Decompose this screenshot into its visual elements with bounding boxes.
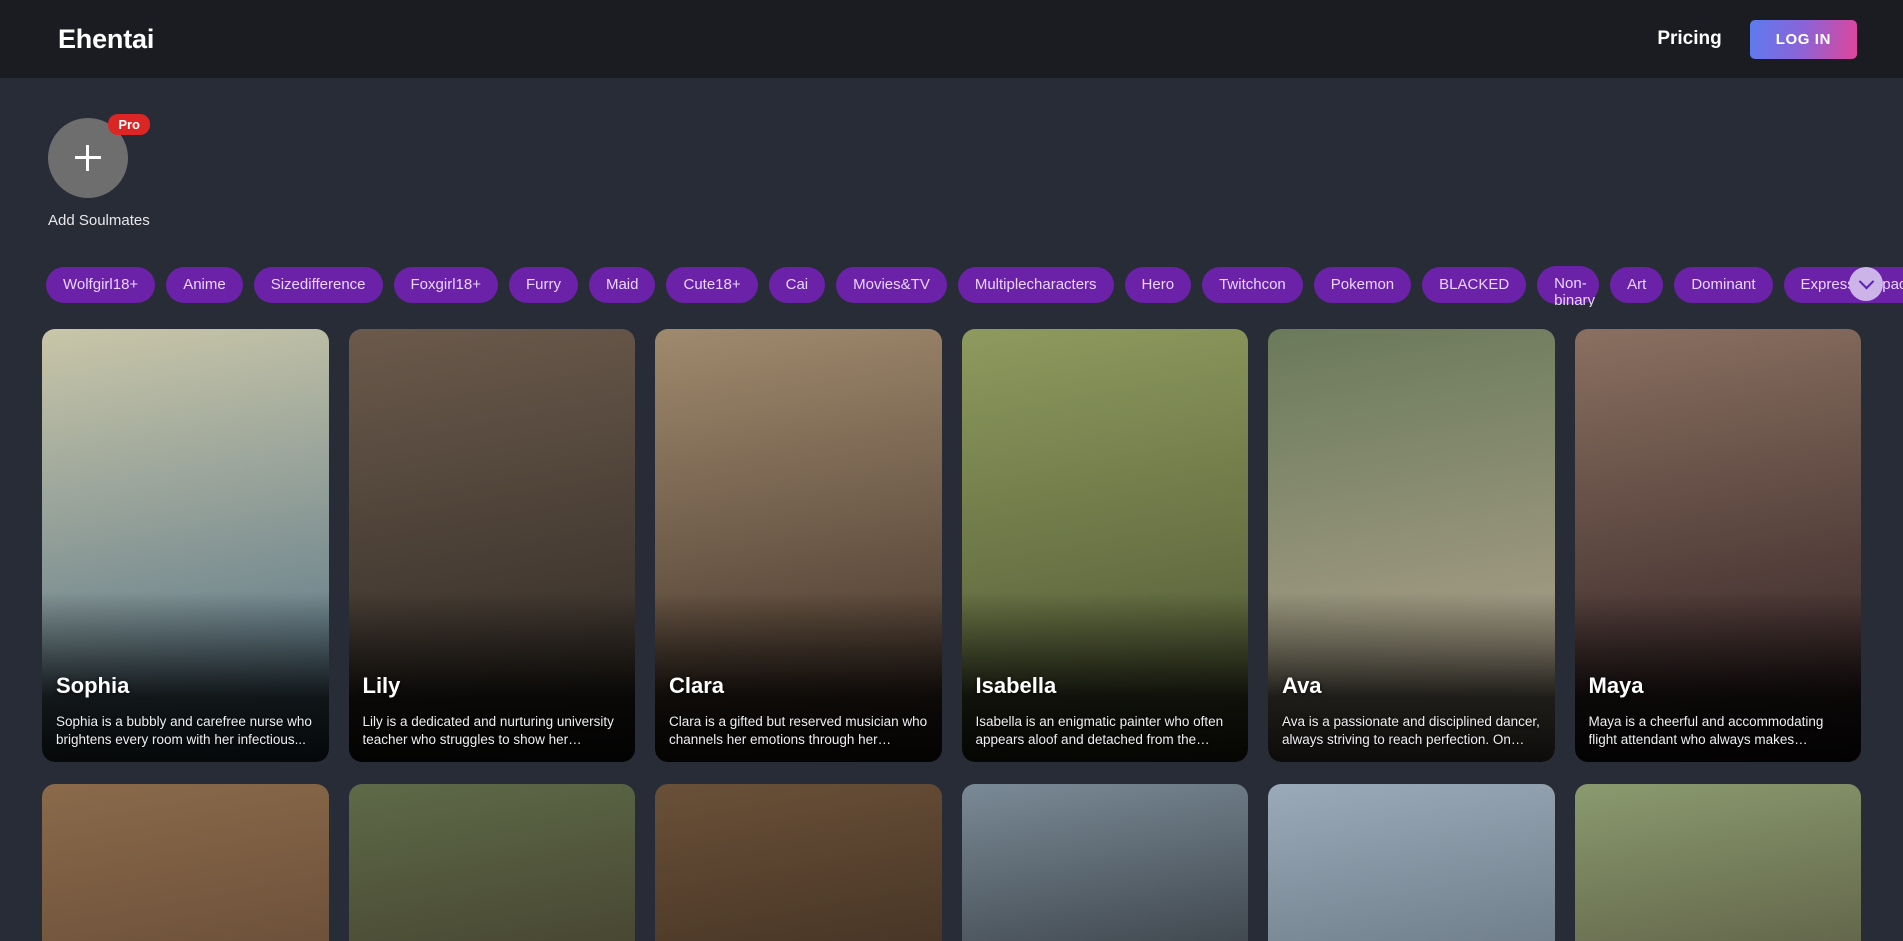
soulmate-grid-row-2 [0,762,1903,941]
tag-pill[interactable]: Furry [508,267,578,303]
tag-pill[interactable]: Cute18+ [666,267,758,303]
soulmate-name: Ava [1282,673,1322,699]
soulmate-card[interactable]: Ava Ava is a passionate and disciplined d… [1268,329,1555,762]
soulmate-card[interactable]: Isabella Isabella is an enigmatic painter… [961,329,1248,762]
add-soulmates-section: Pro Add Soulmates [0,78,1903,229]
soulmate-card[interactable] [348,784,635,941]
tag-pill[interactable]: Cai [768,267,826,303]
soulmate-grid-row-1: Sophia Sophia is a bubbly and carefree nu… [0,307,1903,762]
soulmate-card[interactable] [1574,784,1861,941]
tag-pill[interactable]: Expressionspack [1783,267,1903,303]
card-text-block: Isabella Isabella is an enigmatic painter… [976,673,1237,749]
soulmate-card[interactable]: Maya Maya is a cheerful and accommodating… [1574,329,1861,762]
soulmate-card[interactable] [1268,784,1555,941]
soulmate-description: Lily is a dedicated and nurturing univer… [362,714,614,748]
soulmate-portrait [1574,784,1861,941]
soulmate-card[interactable]: Lily Lily is a dedicated and nurturing un… [348,329,635,762]
card-text-block: Ava Ava is a passionate and disciplined d… [1282,673,1543,749]
card-text-block: Maya Maya is a cheerful and accommodating… [1589,673,1850,749]
soulmate-name: Maya [1588,673,1644,699]
soulmate-portrait [655,784,942,941]
soulmate-card[interactable] [655,784,942,941]
soulmate-description: Maya is a cheerful and accommodating fli… [1588,714,1824,748]
soulmate-card[interactable] [961,784,1248,941]
soulmate-name: Sophia [56,673,130,699]
tag-pill[interactable]: Maid [588,267,656,303]
tag-pill[interactable]: Wolfgirl18+ [46,267,156,303]
soulmate-portrait [961,784,1248,941]
soulmate-name: Isabella [975,673,1057,699]
pricing-link[interactable]: Pricing [1657,28,1721,50]
pro-badge: Pro [108,114,150,135]
tag-pill[interactable]: Movies&TV [836,267,947,303]
card-text-block: Sophia Sophia is a bubbly and carefree nu… [56,673,317,749]
login-button[interactable]: LOG IN [1749,19,1857,59]
site-logo[interactable]: Ehentai [58,24,154,55]
tag-pill[interactable]: Non-binary [1537,266,1600,307]
soulmate-card[interactable]: Clara Clara is a gifted but reserved musi… [655,329,942,762]
tag-pill[interactable]: Pokemon [1313,267,1412,303]
soulmate-portrait [42,784,329,941]
soulmate-name: Clara [669,673,725,699]
soulmate-portrait [1268,784,1555,941]
soulmate-card[interactable] [42,784,329,941]
top-header: Ehentai Pricing LOG IN [0,0,1903,78]
tag-pill[interactable]: BLACKED [1422,267,1527,303]
tag-pill[interactable]: Dominant [1674,267,1773,303]
tag-expand-button[interactable] [1849,267,1883,301]
tag-pill[interactable]: Multiplecharacters [957,267,1114,303]
card-text-block: Clara Clara is a gifted but reserved musi… [669,673,930,749]
soulmate-description: Isabella is an enigmatic painter who oft… [975,714,1224,748]
soulmate-description: Ava is a passionate and disciplined danc… [1282,714,1540,748]
plus-icon [75,145,101,171]
tag-pill[interactable]: Twitchcon [1202,267,1303,303]
tag-filter-row: Wolfgirl18+ Anime Sizedifference Foxgirl18+… [0,263,1903,307]
soulmate-portrait [348,784,635,941]
soulmate-name: Lily [362,673,401,699]
tag-pill[interactable]: Anime [166,267,243,303]
chevron-down-icon [1858,273,1874,289]
tag-pill[interactable]: Art [1610,267,1664,303]
add-soulmates-label: Add Soulmates [48,212,150,229]
tag-pill[interactable]: Hero [1124,267,1192,303]
header-nav: Pricing LOG IN [1657,19,1857,59]
soulmate-description: Sophia is a bubbly and carefree nurse wh… [56,714,312,748]
soulmate-card[interactable]: Sophia Sophia is a bubbly and carefree nu… [42,329,329,762]
soulmate-description: Clara is a gifted but reserved musician … [669,714,928,748]
add-soulmates-button[interactable]: Pro [48,114,150,198]
tag-pill[interactable]: Sizedifference [253,267,383,303]
card-text-block: Lily Lily is a dedicated and nurturing un… [363,673,624,749]
tag-pill[interactable]: Foxgirl18+ [393,267,498,303]
